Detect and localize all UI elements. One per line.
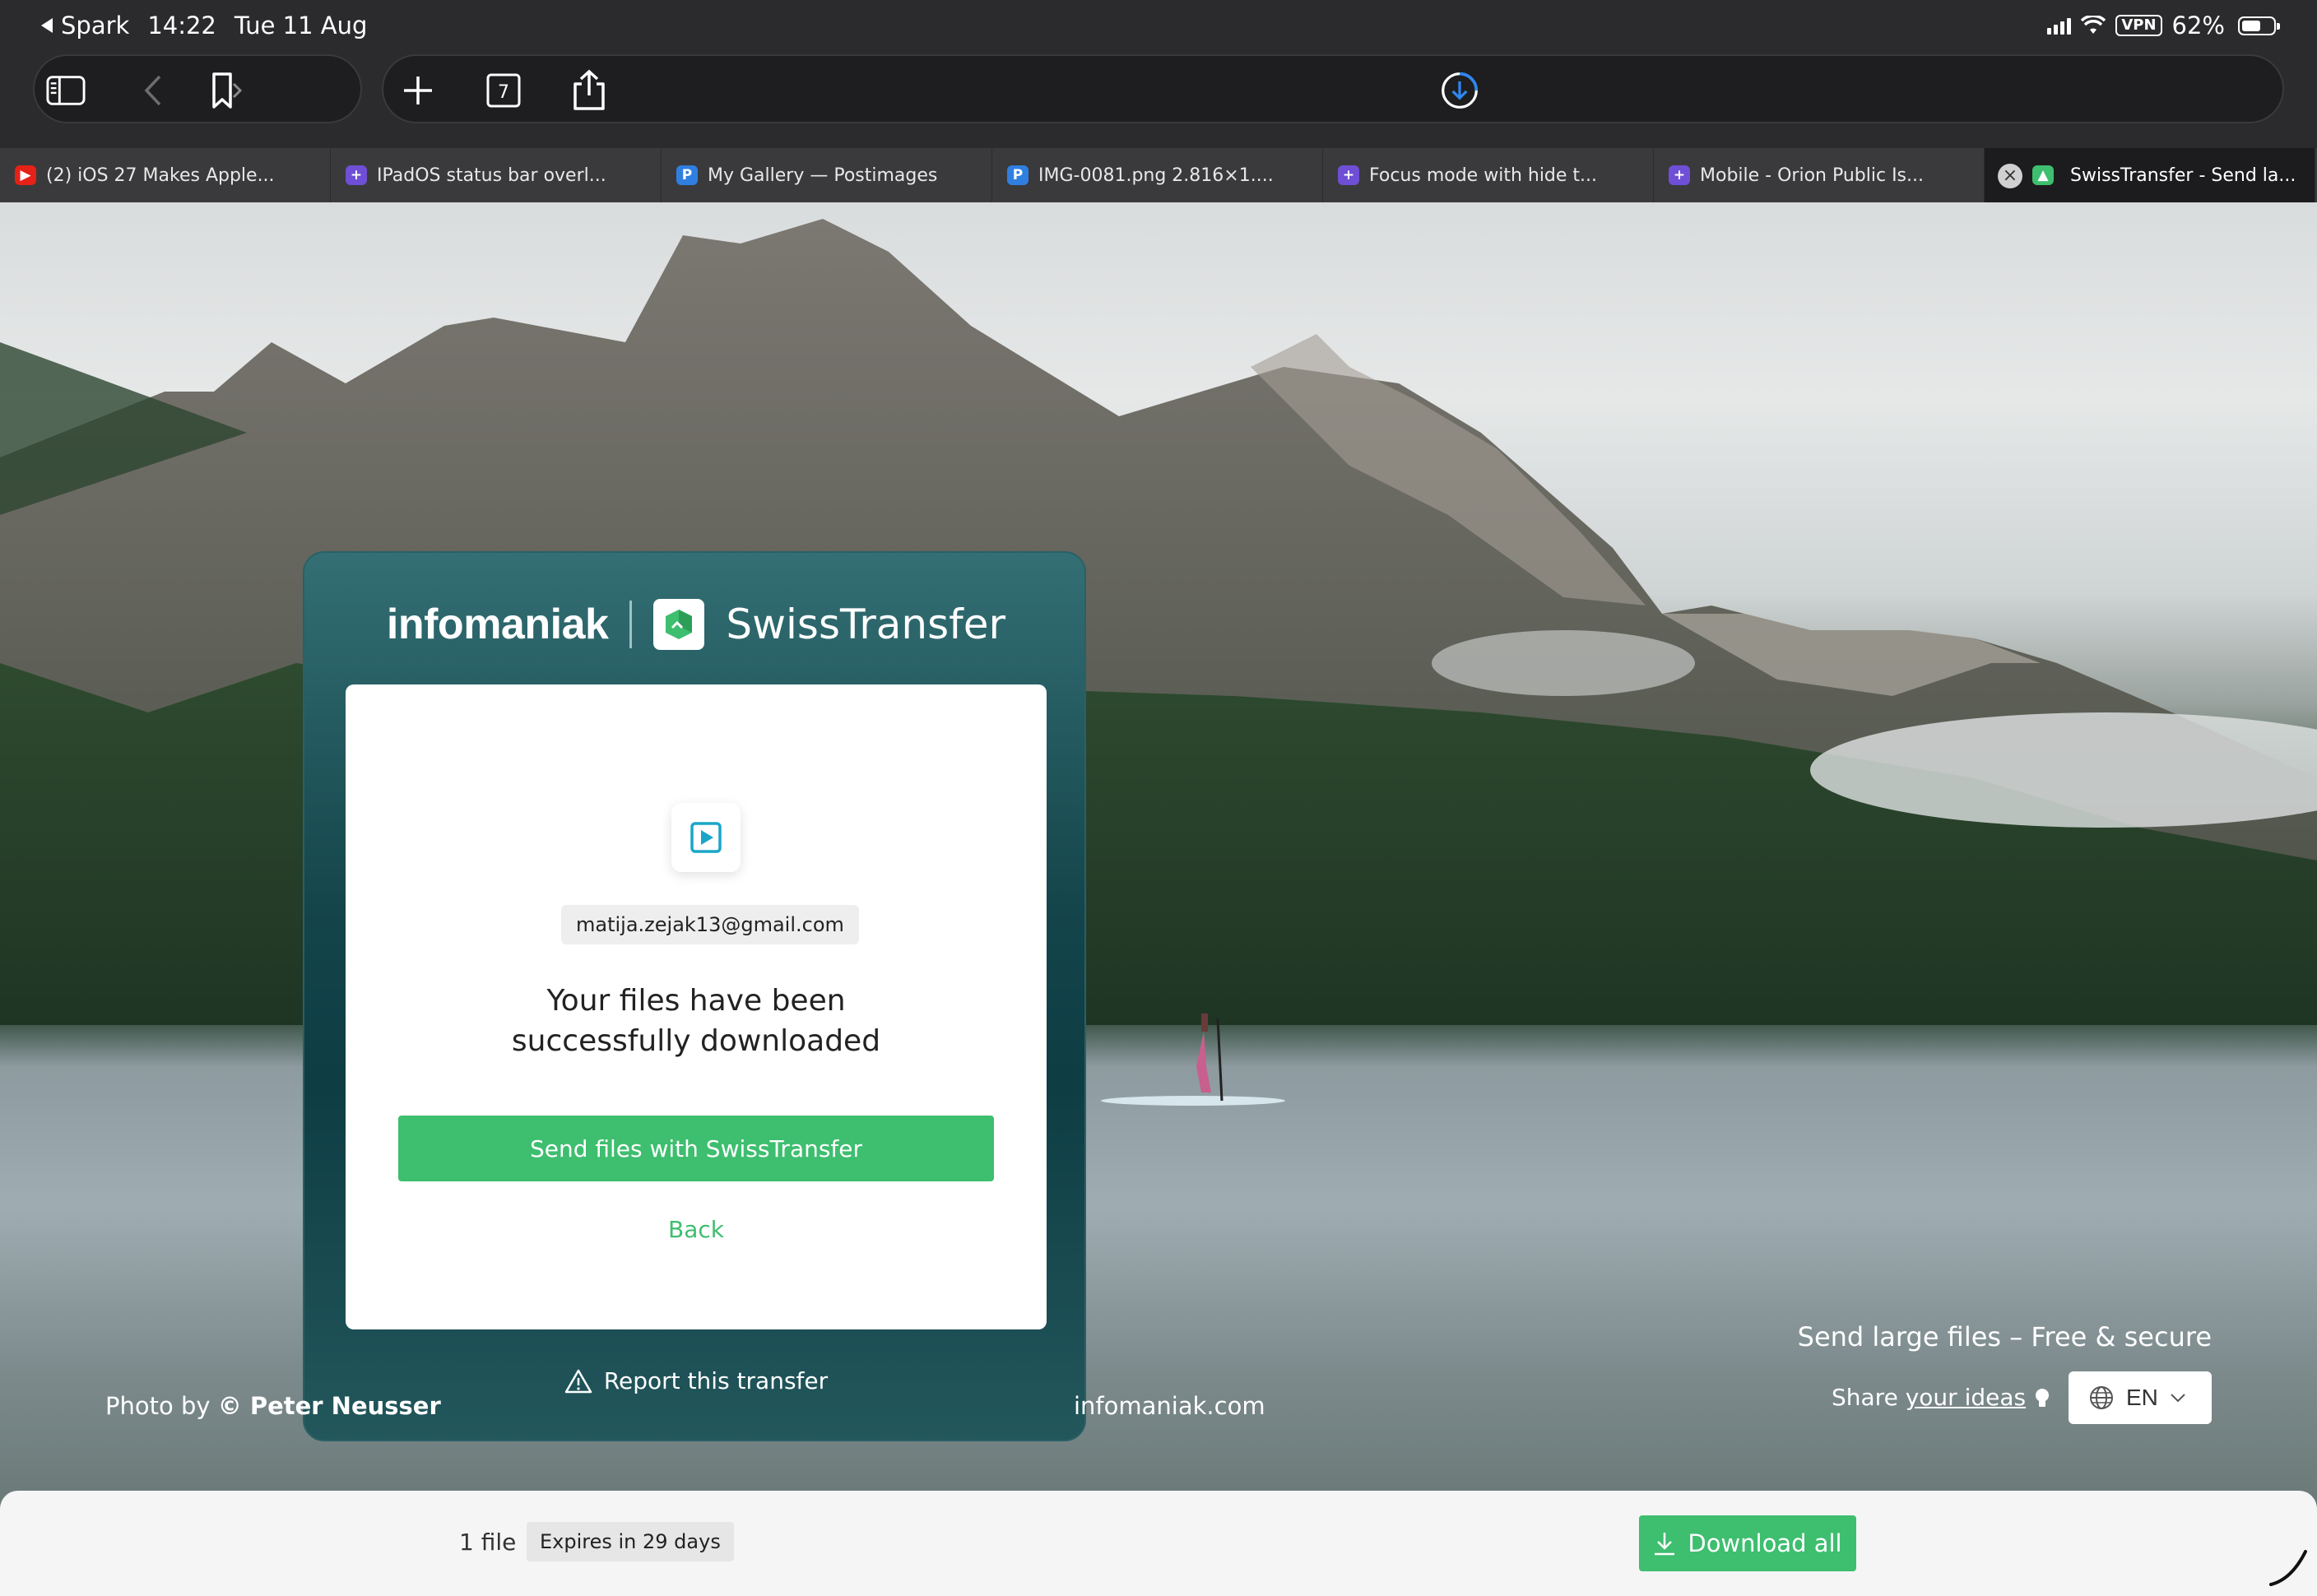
photo-credit-name[interactable]: © Peter Neusser [218,1392,441,1420]
youtube-icon: ▶ [15,165,36,185]
browser-tab[interactable]: ▶ (2) iOS 27 Makes Apple... [0,148,331,202]
chevron-down-icon [2171,1394,2185,1403]
brand-divider [629,601,633,648]
tabs-icon: 7 [486,73,521,108]
orion-icon: + [346,165,367,185]
tagline: Send large files – Free & secure [1797,1321,2212,1352]
file-count: 1 file [459,1529,517,1556]
share-icon [573,69,605,110]
tab-title: SwissTransfer - Send la... [2070,165,2296,186]
tab-count: 7 [498,82,509,103]
share-ideas: Share your ideas [1832,1384,2051,1411]
success-message-line2: successfully downloaded [511,1024,881,1058]
language-selector[interactable]: EN [2069,1371,2212,1424]
download-icon [1655,1533,1675,1556]
download-progress-icon [1442,72,1479,109]
warning-icon [564,1369,592,1393]
share-ideas-link[interactable]: your ideas [1906,1384,2026,1411]
swisstransfer-page: infomaniak SwissTransfer matija.zejak13@… [0,202,2317,1596]
tab-bar: ▶ (2) iOS 27 Makes Apple... + IPadOS status… [0,148,2317,202]
tab-overview-button[interactable]: 7 [484,71,523,110]
browser-tab[interactable]: P My Gallery — Postimages [662,148,992,202]
browser-tab[interactable]: × ▲ SwissTransfer - Send la... [1985,148,2315,202]
toolbar-nav-group [33,54,362,123]
status-date: Tue 11 Aug [234,12,368,39]
browser-tab[interactable]: + Focus mode with hide t... [1323,148,1654,202]
success-panel: matija.zejak13@gmail.com Your files have… [346,684,1047,1329]
swisstransfer-icon: ▲ [2032,165,2054,185]
expiry-badge: Expires in 29 days [527,1522,734,1561]
tab-title: (2) iOS 27 Makes Apple... [46,165,275,186]
pencil-indicator-icon [2269,1550,2307,1586]
transfer-card: infomaniak SwissTransfer matija.zejak13@… [303,551,1086,1441]
cellular-signal-icon [2047,16,2072,35]
download-all-button[interactable]: Download all [1639,1515,1856,1571]
paddleboarder-figure [1101,1014,1285,1106]
vpn-badge: VPN [2115,15,2162,36]
success-message: Your files have been successfully downlo… [346,981,1047,1061]
back-to-app-icon[interactable] [41,18,53,33]
close-tab-icon[interactable]: × [1998,164,2022,188]
brand-header: infomaniak SwissTransfer [304,596,1088,653]
tab-title: Mobile - Orion Public Is... [1700,165,1924,186]
back-button[interactable] [133,71,173,110]
status-bar: Spark 14:22 Tue 11 Aug VPN 62% [0,0,2317,53]
tab-title: Focus mode with hide t... [1369,165,1598,186]
new-tab-button[interactable] [398,71,438,110]
postimages-icon: P [1007,165,1028,185]
battery-icon [2238,16,2280,35]
tab-title: My Gallery — Postimages [708,165,938,186]
lightbulb-icon [2036,1389,2050,1407]
browser-tab[interactable]: P IMG-0081.png 2.816×1.... [992,148,1323,202]
plus-icon [404,77,432,104]
share-prefix: Share [1832,1384,1898,1411]
download-all-label: Download all [1688,1529,1842,1557]
postimages-icon: P [676,165,698,185]
sidebar-toggle-button[interactable] [46,71,86,110]
swisstransfer-wordmark[interactable]: SwissTransfer [726,601,1005,648]
orion-icon: + [1338,165,1359,185]
back-app-label[interactable]: Spark [61,12,129,39]
bookmark-icon [212,72,243,109]
swisstransfer-logo-icon [653,599,705,650]
wifi-icon [2081,16,2106,34]
tab-title: IPadOS status bar overl... [377,165,606,186]
send-files-button[interactable]: Send files with SwissTransfer [398,1116,994,1181]
photo-credit: Photo by © Peter Neusser [105,1392,441,1420]
status-right: VPN 62% [2047,12,2280,39]
report-transfer-link[interactable]: Report this transfer [304,1367,1088,1394]
back-link[interactable]: Back [346,1216,1047,1243]
infomaniak-logo[interactable]: infomaniak [387,600,609,649]
status-time: 14:22 [147,12,216,39]
orion-icon: + [1669,165,1690,185]
browser-tab[interactable]: + IPadOS status bar overl... [331,148,662,202]
battery-fill [2242,20,2260,31]
report-transfer-label: Report this transfer [603,1367,829,1394]
downloads-button[interactable] [1440,71,1479,110]
bookmark-button[interactable] [207,71,247,110]
status-left: Spark 14:22 Tue 11 Aug [41,12,385,39]
chevron-left-icon [144,75,161,106]
globe-icon [2090,1386,2113,1409]
battery-percent: 62% [2171,12,2225,39]
browser-toolbar: 7 [0,53,2317,148]
share-button[interactable] [569,69,609,110]
success-message-line1: Your files have been [546,984,846,1018]
tab-title: IMG-0081.png 2.816×1.... [1038,165,1274,186]
language-label: EN [2126,1385,2158,1410]
sidebar-icon [46,76,86,105]
infomaniak-site-link[interactable]: infomaniak.com [1074,1392,1265,1420]
photo-credit-prefix: Photo by [105,1392,211,1420]
browser-tab[interactable]: + Mobile - Orion Public Is... [1654,148,1985,202]
recipient-email: matija.zejak13@gmail.com [561,905,859,944]
transfer-bottom-bar: 1 file Expires in 29 days Download all [0,1491,2317,1596]
toolbar-main-group: 7 [382,54,2284,123]
video-file-icon [671,803,741,872]
